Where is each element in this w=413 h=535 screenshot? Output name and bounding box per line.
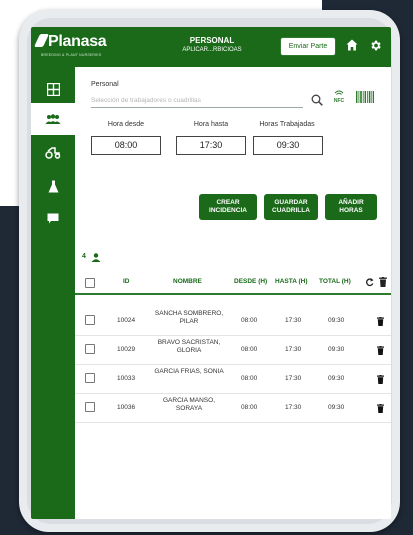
row-checkbox[interactable] bbox=[85, 373, 95, 383]
nfc-icon[interactable]: NFC bbox=[331, 89, 347, 105]
page-subtitle: APLICAR...RBICIOAS bbox=[182, 47, 242, 53]
column-header-desde: DESDE (H) bbox=[234, 278, 268, 285]
row-hasta: 17:30 bbox=[285, 404, 302, 411]
row-name: SANCHA SOMBRERO, PILAR bbox=[154, 310, 224, 325]
anadir-horas-button[interactable]: AÑADIR HORAS bbox=[325, 194, 377, 220]
row-desde: 08:00 bbox=[241, 346, 258, 353]
hora-desde-label: Hora desde bbox=[107, 121, 145, 128]
row-id: 10036 bbox=[117, 404, 136, 411]
app-header: Planasa BREEDING & PLANT NURSERIES PERSO… bbox=[31, 27, 391, 67]
table-header: ID NOMBRE DESDE (H) HASTA (H) TOTAL (H) bbox=[75, 270, 391, 295]
sidebar bbox=[31, 67, 75, 519]
guardar-cuadrilla-button[interactable]: GUARDAR CUADRILLA bbox=[264, 194, 318, 220]
main-content: Personal NFC Hora desde Hora hasta Horas… bbox=[75, 67, 391, 519]
hora-hasta-field[interactable]: 17:30 bbox=[176, 136, 246, 155]
column-header-total: TOTAL (H) bbox=[319, 278, 351, 285]
row-desde: 08:00 bbox=[241, 317, 258, 324]
delete-row-icon[interactable] bbox=[377, 317, 384, 326]
send-report-button[interactable]: Enviar Parte bbox=[280, 37, 336, 56]
row-name: GARCIA FRIAS, SONIA bbox=[154, 368, 224, 375]
selected-count: 4 bbox=[82, 253, 86, 260]
row-id: 10024 bbox=[117, 317, 136, 324]
sidebar-item-machinery[interactable] bbox=[31, 137, 75, 169]
app-screen: Planasa BREEDING & PLANT NURSERIES PERSO… bbox=[31, 27, 391, 519]
refresh-icon[interactable] bbox=[365, 277, 374, 287]
nfc-waves-icon: NFC bbox=[334, 90, 345, 104]
delete-row-icon[interactable] bbox=[377, 375, 384, 384]
search-icon[interactable] bbox=[311, 94, 323, 106]
sidebar-item-phytosanitary[interactable] bbox=[31, 170, 75, 202]
row-desde: 08:00 bbox=[241, 404, 258, 411]
planasa-logo: Planasa bbox=[33, 33, 107, 51]
sidebar-item-personal[interactable] bbox=[31, 103, 75, 135]
barcode-icon[interactable] bbox=[356, 91, 374, 103]
row-hasta: 17:30 bbox=[285, 317, 302, 324]
crear-incidencia-button[interactable]: CREAR INCIDENCIA bbox=[199, 194, 257, 220]
logo-mark bbox=[33, 34, 50, 47]
row-total: 09:30 bbox=[328, 317, 345, 324]
delete-row-icon[interactable] bbox=[377, 346, 384, 355]
row-id: 10029 bbox=[117, 346, 136, 353]
row-id: 10033 bbox=[117, 375, 136, 382]
flask-icon bbox=[48, 180, 58, 192]
row-desde: 08:00 bbox=[241, 375, 258, 382]
row-hasta: 17:30 bbox=[285, 375, 302, 382]
table-row[interactable]: 10033 GARCIA FRIAS, SONIA 08:00 17:30 09… bbox=[75, 365, 391, 394]
table-row[interactable]: 10036 GARCIA MANSO, SORAYA 08:00 17:30 0… bbox=[75, 394, 391, 423]
row-name: BRAVO SACRISTAN, GLORIA bbox=[157, 339, 221, 354]
sidebar-item-dashboard[interactable] bbox=[31, 73, 75, 105]
worker-search-input[interactable] bbox=[91, 94, 303, 108]
grid-icon bbox=[46, 82, 60, 96]
select-all-checkbox[interactable] bbox=[85, 278, 95, 288]
column-header-hasta: HASTA (H) bbox=[275, 278, 308, 285]
horas-trabajadas-label: Horas Trabajadas bbox=[259, 121, 315, 128]
hora-desde-field[interactable]: 08:00 bbox=[91, 136, 161, 155]
row-name: GARCIA MANSO, SORAYA bbox=[162, 397, 215, 412]
row-total: 09:30 bbox=[328, 404, 345, 411]
chat-icon bbox=[47, 213, 59, 223]
sidebar-item-messages[interactable] bbox=[31, 202, 75, 234]
row-hasta: 17:30 bbox=[285, 346, 302, 353]
people-count-icon bbox=[91, 253, 101, 262]
delete-row-icon[interactable] bbox=[377, 404, 384, 413]
gear-icon[interactable] bbox=[369, 39, 382, 52]
tractor-icon bbox=[45, 147, 61, 159]
logo-tagline: BREEDING & PLANT NURSERIES bbox=[41, 53, 102, 57]
row-checkbox[interactable] bbox=[85, 315, 95, 325]
hora-hasta-label: Hora hasta bbox=[193, 121, 229, 128]
row-checkbox[interactable] bbox=[85, 344, 95, 354]
row-total: 09:30 bbox=[328, 346, 345, 353]
table-row[interactable]: 10029 BRAVO SACRISTAN, GLORIA 08:00 17:3… bbox=[75, 336, 391, 365]
logo-text: Planasa bbox=[48, 33, 107, 50]
column-header-nombre: NOMBRE bbox=[173, 278, 202, 285]
people-icon bbox=[45, 113, 61, 124]
horas-trabajadas-field[interactable]: 09:30 bbox=[253, 136, 323, 155]
page-title: PERSONAL bbox=[189, 36, 235, 45]
table-row[interactable]: 10024 SANCHA SOMBRERO, PILAR 08:00 17:30… bbox=[75, 307, 391, 336]
row-total: 09:30 bbox=[328, 375, 345, 382]
nfc-label: NFC bbox=[334, 98, 345, 104]
column-header-id: ID bbox=[123, 278, 130, 285]
row-checkbox[interactable] bbox=[85, 402, 95, 412]
personal-label: Personal bbox=[91, 81, 119, 88]
delete-all-icon[interactable] bbox=[379, 277, 387, 287]
home-icon[interactable] bbox=[346, 39, 358, 51]
